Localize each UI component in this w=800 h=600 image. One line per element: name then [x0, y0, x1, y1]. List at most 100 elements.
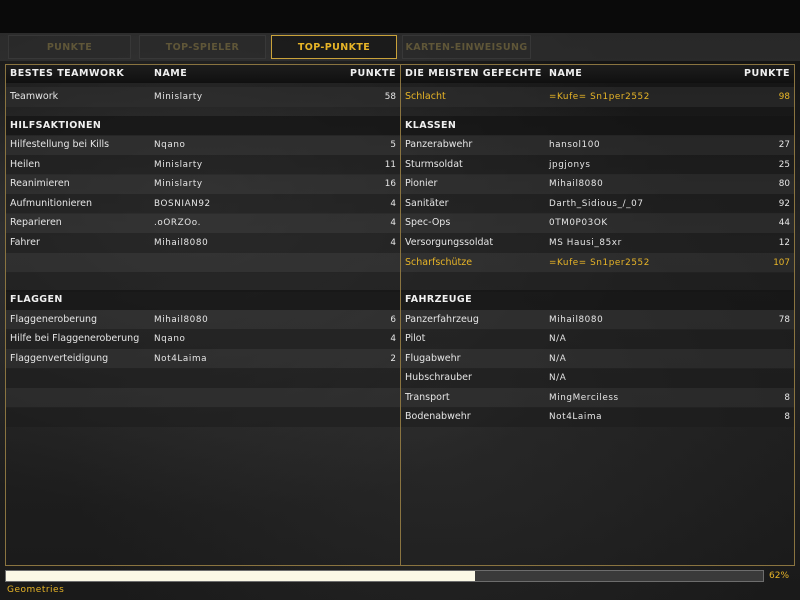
row-name: Minislarty [154, 92, 203, 102]
row-points: 4 [390, 218, 396, 228]
row-label: Hilfestellung bei Kills [10, 139, 110, 150]
row-name: MS Hausi_85xr [549, 238, 622, 248]
tab-top-punkte[interactable]: TOP-PUNKTE [271, 35, 397, 59]
section-header-flaggen: FLAGGEN [6, 290, 400, 310]
tab-top-spieler[interactable]: TOP-SPIELER [139, 35, 266, 59]
row-label: Aufmunitionieren [10, 198, 93, 209]
row-label: Flugabwehr [405, 353, 461, 364]
empty-row [6, 272, 400, 292]
table-row: Schlacht =Kufe= Sn1per2552 98 [401, 87, 794, 107]
row-label: Hubschrauber [405, 372, 472, 383]
row-label: Heilen [10, 159, 41, 170]
table-row: Bodenabwehr Not4Laima 8 [401, 407, 794, 427]
row-label: Bodenabwehr [405, 411, 471, 422]
section-title: KLASSEN [405, 120, 457, 131]
table-row: Panzerabwehr hansol100 27 [401, 135, 794, 155]
row-name: hansol100 [549, 140, 601, 150]
row-points: 11 [384, 160, 396, 170]
left-header: BESTES TEAMWORK NAME PUNKTE [6, 65, 400, 83]
empty-row [6, 368, 400, 388]
table-row: Scharfschütze =Kufe= Sn1per2552 107 [401, 253, 794, 273]
row-name: N/A [549, 334, 567, 344]
loading-percent: 62% [769, 571, 790, 581]
row-label: Flaggenverteidigung [10, 353, 109, 364]
row-label: Hilfe bei Flaggeneroberung [10, 333, 140, 344]
row-label: Transport [405, 392, 450, 403]
row-name: BOSNIAN92 [154, 199, 211, 209]
section-header-fahrzeuge: FAHRZEUGE [401, 290, 794, 310]
table-row: Flaggenverteidigung Not4Laima 2 [6, 349, 400, 369]
empty-row [6, 407, 400, 427]
row-points: 4 [390, 199, 396, 209]
row-points: 25 [778, 160, 790, 170]
row-label: Spec-Ops [405, 217, 451, 228]
row-points: 80 [778, 179, 790, 189]
tab-karten-einweisung[interactable]: KARTEN-EINWEISUNG [402, 35, 531, 59]
table-row: Flugabwehr N/A [401, 349, 794, 369]
row-name: .oORZOo. [154, 218, 201, 228]
row-label: Schlacht [405, 91, 446, 102]
row-name: Darth_Sidious_/_07 [549, 199, 644, 209]
section-title: FLAGGEN [10, 294, 63, 305]
loading-progress-fill [6, 571, 476, 581]
loading-progress-bar [5, 570, 764, 582]
row-name: Mihail8080 [154, 238, 209, 248]
table-row: Pilot N/A [401, 329, 794, 349]
row-name: Nqano [154, 334, 186, 344]
row-name: N/A [549, 354, 567, 364]
row-name: N/A [549, 373, 567, 383]
right-header-name: NAME [549, 68, 583, 79]
table-row: Aufmunitionieren BOSNIAN92 4 [6, 194, 400, 214]
row-points: 6 [390, 315, 396, 325]
row-name: MingMerciless [549, 393, 619, 403]
table-row: Pionier Mihail8080 80 [401, 174, 794, 194]
tab-punkte[interactable]: PUNKTE [8, 35, 131, 59]
row-name: Minislarty [154, 179, 203, 189]
row-label: Versorgungssoldat [405, 237, 494, 248]
row-points: 98 [778, 92, 790, 102]
top-bar [0, 0, 800, 33]
row-points: 16 [384, 179, 396, 189]
row-points: 107 [773, 258, 790, 268]
row-name: Not4Laima [154, 354, 208, 364]
left-header-name: NAME [154, 68, 188, 79]
right-header: DIE MEISTEN GEFECHTE NAME PUNKTE [401, 65, 794, 83]
row-points: 12 [778, 238, 790, 248]
table-row: Hubschrauber N/A [401, 368, 794, 388]
row-points: 78 [778, 315, 790, 325]
section-title: FAHRZEUGE [405, 294, 472, 305]
row-label: Reparieren [10, 217, 62, 228]
row-name: Mihail8080 [154, 315, 209, 325]
row-points: 2 [390, 354, 396, 364]
empty-row [401, 272, 794, 292]
row-label: Scharfschütze [405, 257, 473, 268]
table-row: Panzerfahrzeug Mihail8080 78 [401, 310, 794, 330]
table-row: Sanitäter Darth_Sidious_/_07 92 [401, 194, 794, 214]
row-points: 44 [778, 218, 790, 228]
left-header-points: PUNKTE [350, 68, 396, 79]
table-row: Flaggeneroberung Mihail8080 6 [6, 310, 400, 330]
section-header-klassen: KLASSEN [401, 116, 794, 136]
row-name: Nqano [154, 140, 186, 150]
row-points: 58 [384, 92, 396, 102]
row-label: Sturmsoldat [405, 159, 463, 170]
row-label: Teamwork [10, 91, 59, 102]
row-label: Reanimieren [10, 178, 70, 189]
row-name: Mihail8080 [549, 315, 604, 325]
row-points: 27 [778, 140, 790, 150]
row-name: Minislarty [154, 160, 203, 170]
table-row: Hilfestellung bei Kills Nqano 5 [6, 135, 400, 155]
row-label: Fahrer [10, 237, 40, 248]
table-row: Teamwork Minislarty 58 [6, 87, 400, 107]
row-points: 8 [784, 393, 790, 403]
row-name: =Kufe= Sn1per2552 [549, 92, 650, 102]
table-row: Fahrer Mihail8080 4 [6, 233, 400, 253]
table-row: Sturmsoldat jpgjonys 25 [401, 155, 794, 175]
row-label: Panzerabwehr [405, 139, 473, 150]
row-label: Sanitäter [405, 198, 449, 209]
table-row: Heilen Minislarty 11 [6, 155, 400, 175]
empty-row [6, 388, 400, 408]
row-points: 4 [390, 334, 396, 344]
empty-row [6, 253, 400, 273]
row-label: Panzerfahrzeug [405, 314, 479, 325]
